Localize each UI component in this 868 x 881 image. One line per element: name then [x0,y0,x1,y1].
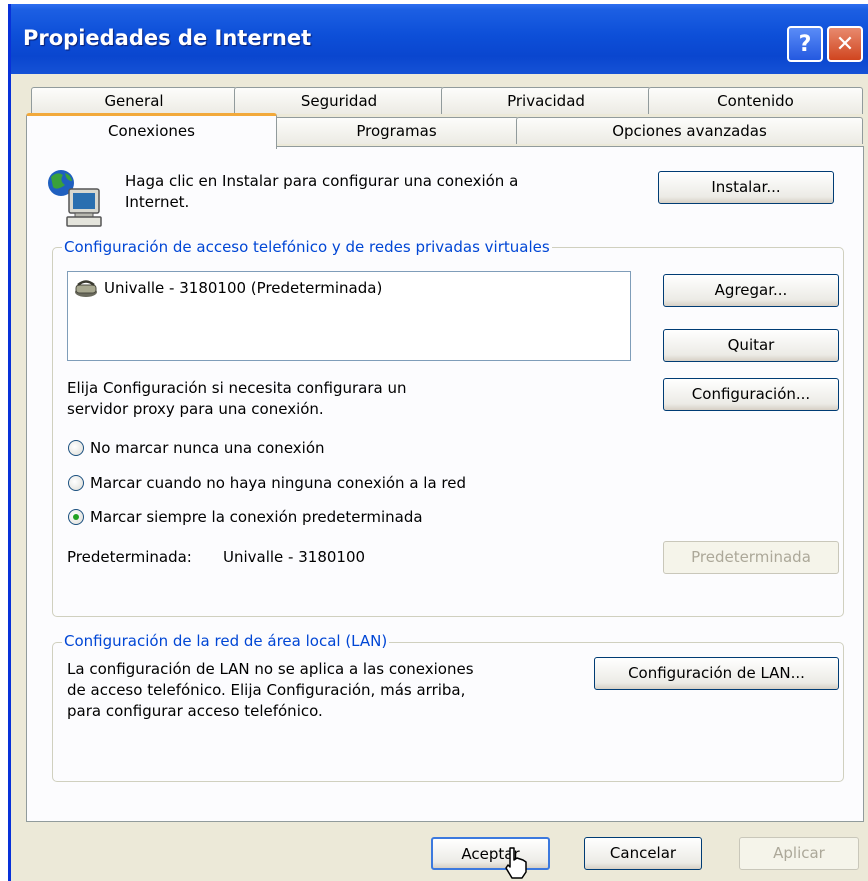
radio-never-dial[interactable] [68,440,84,456]
tab-security[interactable]: Seguridad [234,87,444,114]
tab-programs[interactable]: Programas [274,117,519,144]
title-bar[interactable]: Propiedades de Internet ? ✕ [11,4,868,74]
close-button[interactable]: ✕ [827,26,863,62]
remove-button[interactable]: Quitar [663,329,839,362]
set-default-button[interactable]: Predeterminada [663,541,839,574]
tab-general[interactable]: General [31,87,237,114]
radio-always-dial-default[interactable] [68,509,84,525]
tab-privacy[interactable]: Privacidad [441,87,651,114]
proxy-text-line1: Elija Configuración si necesita configur… [67,379,407,397]
tab-content[interactable]: Contenido [648,87,863,114]
apply-button[interactable]: Aplicar [739,837,859,870]
lan-settings-button[interactable]: Configuración de LAN... [594,657,839,690]
proxy-text-line2: servidor proxy para una conexión. [67,400,324,418]
list-item[interactable]: Univalle - 3180100 (Predeterminada) [72,277,628,299]
network-computer-icon [48,170,102,227]
tab-connections[interactable]: Conexiones [26,113,277,149]
default-connection-label: Predeterminada: [67,548,192,566]
setup-text-line2: Internet. [125,193,190,211]
add-button[interactable]: Agregar... [663,274,839,307]
ok-button[interactable]: Aceptar [431,837,550,870]
connection-name: Univalle - 3180100 (Predeterminada) [104,279,383,297]
cancel-button[interactable]: Cancelar [584,837,702,870]
radio-never-dial-label[interactable]: No marcar nunca una conexión [90,438,325,458]
install-button[interactable]: Instalar... [658,171,834,204]
lan-group-legend: Configuración de la red de área local (L… [62,631,390,651]
internet-properties-dialog: Propiedades de Internet ? ✕ General Segu… [8,4,868,881]
radio-always-dial-default-label[interactable]: Marcar siempre la conexión predeterminad… [90,507,423,527]
window-title: Propiedades de Internet [23,26,312,50]
help-icon: ? [798,31,812,57]
help-button[interactable]: ? [787,26,823,62]
tab-advanced-options[interactable]: Opciones avanzadas [516,117,863,144]
lan-text-line2: de acceso telefónico. Elija Configuració… [67,681,466,699]
default-connection-value: Univalle - 3180100 [223,548,366,566]
radio-dial-when-no-network[interactable] [68,475,84,491]
dialup-settings-button[interactable]: Configuración... [663,378,839,411]
lan-text-line3: para configurar acceso telefónico. [67,702,323,720]
connections-list[interactable]: Univalle - 3180100 (Predeterminada) [67,271,631,361]
radio-dial-when-no-network-label[interactable]: Marcar cuando no haya ninguna conexión a… [90,473,466,493]
connections-panel: Haga clic en Instalar para configurar un… [26,146,864,822]
hand-cursor-icon [505,847,527,879]
dialup-group-legend: Configuración de acceso telefónico y de … [62,237,552,257]
setup-text-line1: Haga clic en Instalar para configurar un… [125,172,519,190]
lan-text-line1: La configuración de LAN no se aplica a l… [67,660,474,678]
close-icon: ✕ [835,31,855,57]
dialup-connection-icon [75,280,97,297]
